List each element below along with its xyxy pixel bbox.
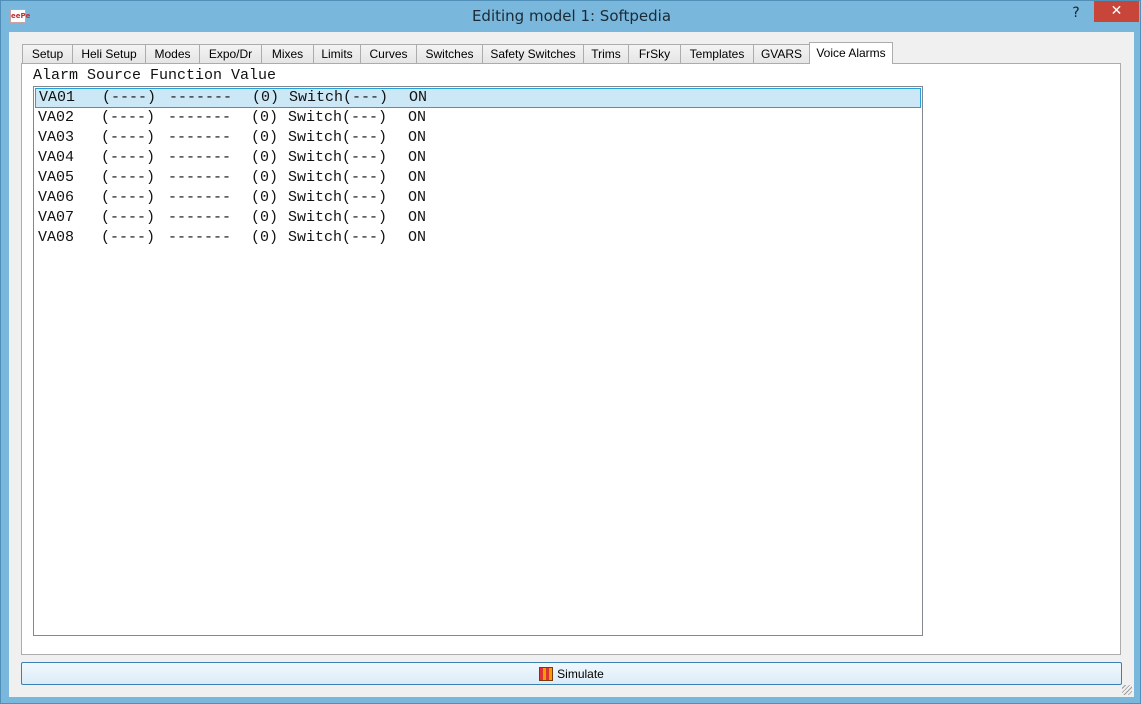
alarm-value: (0) — [251, 129, 279, 146]
alarm-id: VA05 — [38, 169, 75, 186]
title-bar[interactable]: eePe Editing model 1: Softpedia ? ✕ — [1, 1, 1141, 32]
tab-voice-alarms[interactable]: Voice Alarms — [809, 42, 893, 64]
alarm-id: VA01 — [39, 89, 76, 106]
tab-mixes[interactable]: Mixes — [261, 44, 314, 64]
tab-setup[interactable]: Setup — [22, 44, 73, 64]
close-button[interactable]: ✕ — [1094, 1, 1139, 22]
alarm-list-header: Alarm Source Function Value — [33, 67, 285, 85]
alarm-switch: Switch(---) — [288, 169, 388, 186]
alarm-state: ON — [408, 229, 427, 246]
tab-bar: Setup Heli Setup Modes Expo/Dr Mixes Lim… — [22, 42, 893, 64]
alarm-id: VA07 — [38, 209, 75, 226]
alarm-value: (0) — [252, 89, 280, 106]
alarm-row[interactable]: VA05 (----) ------- (0) Switch(---) ON — [35, 168, 921, 188]
header-alarm: Alarm — [33, 67, 79, 84]
alarm-switch: Switch(---) — [288, 149, 388, 166]
alarm-value: (0) — [251, 149, 279, 166]
alarm-source: (----) — [101, 129, 156, 146]
alarm-source: (----) — [101, 149, 156, 166]
header-source: Source — [87, 67, 142, 84]
alarm-row[interactable]: VA08 (----) ------- (0) Switch(---) ON — [35, 228, 921, 248]
app-window: eePe Editing model 1: Softpedia ? ✕ Setu… — [0, 0, 1141, 704]
header-function: Function — [150, 67, 223, 84]
alarm-row[interactable]: VA07 (----) ------- (0) Switch(---) ON — [35, 208, 921, 228]
alarm-id: VA04 — [38, 149, 75, 166]
tab-switches[interactable]: Switches — [416, 44, 483, 64]
tab-trims[interactable]: Trims — [583, 44, 629, 64]
alarm-state: ON — [408, 109, 427, 126]
alarm-function: ------- — [169, 89, 233, 106]
alarm-switch: Switch(---) — [288, 109, 388, 126]
tab-expo-dr[interactable]: Expo/Dr — [199, 44, 262, 64]
alarm-function: ------- — [168, 229, 232, 246]
alarm-id: VA03 — [38, 129, 75, 146]
alarm-row[interactable]: VA03 (----) ------- (0) Switch(---) ON — [35, 128, 921, 148]
alarm-function: ------- — [168, 129, 232, 146]
alarm-switch: Switch(---) — [289, 89, 389, 106]
alarm-function: ------- — [168, 169, 232, 186]
alarm-row[interactable]: VA02 (----) ------- (0) Switch(---) ON — [35, 108, 921, 128]
alarm-id: VA08 — [38, 229, 75, 246]
alarm-state: ON — [409, 89, 428, 106]
alarm-function: ------- — [168, 189, 232, 206]
alarm-row[interactable]: VA04 (----) ------- (0) Switch(---) ON — [35, 148, 921, 168]
alarm-value: (0) — [251, 109, 279, 126]
tab-gvars[interactable]: GVARS — [753, 44, 810, 64]
voice-alarms-pane: Alarm Source Function Value VA01 (----) -----… — [21, 63, 1121, 655]
resize-grip[interactable] — [1122, 685, 1132, 695]
alarm-source: (----) — [101, 189, 156, 206]
tab-heli-setup[interactable]: Heli Setup — [72, 44, 146, 64]
tab-curves[interactable]: Curves — [360, 44, 417, 64]
alarm-function: ------- — [168, 209, 232, 226]
alarm-switch: Switch(---) — [288, 129, 388, 146]
alarm-list[interactable]: VA01 (----) ------- (0) Switch(---) ON VA02 (--… — [33, 86, 923, 636]
alarm-value: (0) — [251, 189, 279, 206]
simulate-label: Simulate — [557, 666, 604, 681]
alarm-value: (0) — [251, 209, 279, 226]
alarm-switch: Switch(---) — [288, 189, 388, 206]
alarm-source: (----) — [101, 229, 156, 246]
simulate-button[interactable]: Simulate — [21, 662, 1122, 685]
tab-modes[interactable]: Modes — [145, 44, 200, 64]
alarm-row[interactable]: VA01 (----) ------- (0) Switch(---) ON — [35, 88, 921, 108]
window-title: Editing model 1: Softpedia — [471, 7, 672, 25]
tab-frsky[interactable]: FrSky — [628, 44, 681, 64]
tab-templates[interactable]: Templates — [680, 44, 754, 64]
alarm-function: ------- — [168, 149, 232, 166]
alarm-state: ON — [408, 129, 427, 146]
alarm-id: VA02 — [38, 109, 75, 126]
simulator-icon — [539, 666, 554, 681]
alarm-row[interactable]: VA06 (----) ------- (0) Switch(---) ON — [35, 188, 921, 208]
tab-safety-switches[interactable]: Safety Switches — [482, 44, 584, 64]
alarm-switch: Switch(---) — [288, 229, 388, 246]
alarm-state: ON — [408, 209, 427, 226]
alarm-state: ON — [408, 169, 427, 186]
alarm-function: ------- — [168, 109, 232, 126]
tab-limits[interactable]: Limits — [313, 44, 361, 64]
alarm-source: (----) — [102, 89, 157, 106]
alarm-state: ON — [408, 149, 427, 166]
alarm-source: (----) — [101, 109, 156, 126]
alarm-source: (----) — [101, 169, 156, 186]
header-value: Value — [231, 67, 277, 84]
help-button[interactable]: ? — [1063, 3, 1089, 23]
alarm-source: (----) — [101, 209, 156, 226]
alarm-switch: Switch(---) — [288, 209, 388, 226]
alarm-state: ON — [408, 189, 427, 206]
alarm-value: (0) — [251, 229, 279, 246]
alarm-id: VA06 — [38, 189, 75, 206]
dialog-client-area: Setup Heli Setup Modes Expo/Dr Mixes Lim… — [9, 32, 1134, 697]
alarm-value: (0) — [251, 169, 279, 186]
